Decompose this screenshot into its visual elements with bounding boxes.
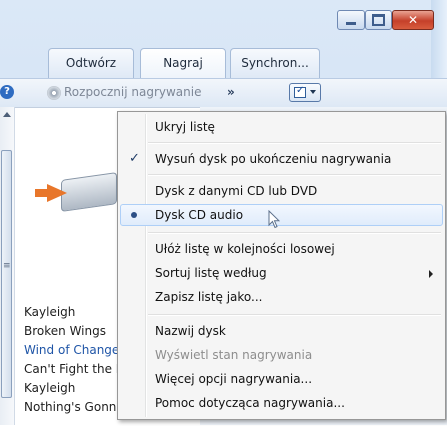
submenu-arrow-icon — [429, 270, 433, 278]
chevron-down-icon — [310, 90, 316, 94]
tab-burn[interactable]: Nagraj — [140, 48, 226, 78]
list-item-label: Wind of Change — [24, 343, 120, 357]
list-options-icon — [294, 85, 306, 98]
menu-item-more-burn-options[interactable]: Więcej opcji nagrywania... — [120, 368, 443, 390]
menu-separator — [148, 142, 441, 144]
menu-item-label: Wysuń dysk po ukończeniu nagrywania — [155, 152, 392, 166]
menu-item-eject-after-burn[interactable]: ✓ Wysuń dysk po ukończeniu nagrywania — [120, 148, 443, 170]
menu-item-hide-list[interactable]: Ukryj listę — [120, 116, 443, 138]
minimize-button[interactable] — [337, 10, 365, 30]
close-icon: ✕ — [407, 13, 419, 27]
menu-item-burn-help[interactable]: Pomoc dotycząca nagrywania... — [120, 392, 443, 414]
maximize-button[interactable] — [365, 10, 392, 30]
start-burn-button[interactable]: Rozpocznij nagrywanie — [64, 85, 201, 99]
tab-play[interactable]: Odtwórz — [48, 48, 134, 78]
burn-disc-icon — [47, 86, 61, 100]
menu-item-shuffle-list[interactable]: Ułóż listę w kolejności losowej — [120, 238, 443, 260]
menu-item-name-disc[interactable]: Nazwij dysk — [120, 320, 443, 342]
menu-item-show-burn-status: Wyświetl stan nagrywania — [155, 348, 313, 362]
close-button[interactable]: ✕ — [392, 10, 434, 30]
mouse-pointer-icon — [268, 210, 280, 229]
menu-item-save-list[interactable]: Zapisz listę jako... — [120, 286, 443, 308]
menu-separator — [148, 174, 441, 176]
toolbar-overflow-chevron[interactable]: » — [227, 85, 235, 99]
maximize-icon — [366, 11, 391, 29]
tab-sync[interactable]: Synchron... — [230, 48, 320, 78]
cd-drive-icon — [35, 172, 117, 212]
menu-item-label: Sortuj listę według — [155, 266, 267, 280]
menu-separator — [148, 232, 441, 234]
context-menu: Ukryj listę ✓ Wysuń dysk po ukończeniu n… — [117, 111, 446, 420]
radio-bullet-icon — [131, 212, 137, 218]
scroll-up-arrow-icon[interactable] — [3, 112, 11, 117]
scrollbar-thumb[interactable] — [1, 150, 12, 398]
menu-separator — [148, 314, 441, 316]
menu-item-data-disc[interactable]: Dysk z danymi CD lub DVD — [120, 180, 443, 202]
help-icon[interactable]: ? — [0, 85, 14, 99]
minimize-icon — [338, 11, 364, 29]
menu-item-audio-cd[interactable]: Dysk CD audio — [120, 204, 443, 226]
menu-item-label: Dysk CD audio — [155, 208, 244, 222]
list-options-button[interactable] — [289, 83, 321, 102]
scrollbar-grip-icon: ≡ — [3, 261, 11, 271]
menu-item-sort-list[interactable]: Sortuj listę według — [120, 262, 443, 284]
checkmark-icon: ✓ — [129, 151, 140, 166]
